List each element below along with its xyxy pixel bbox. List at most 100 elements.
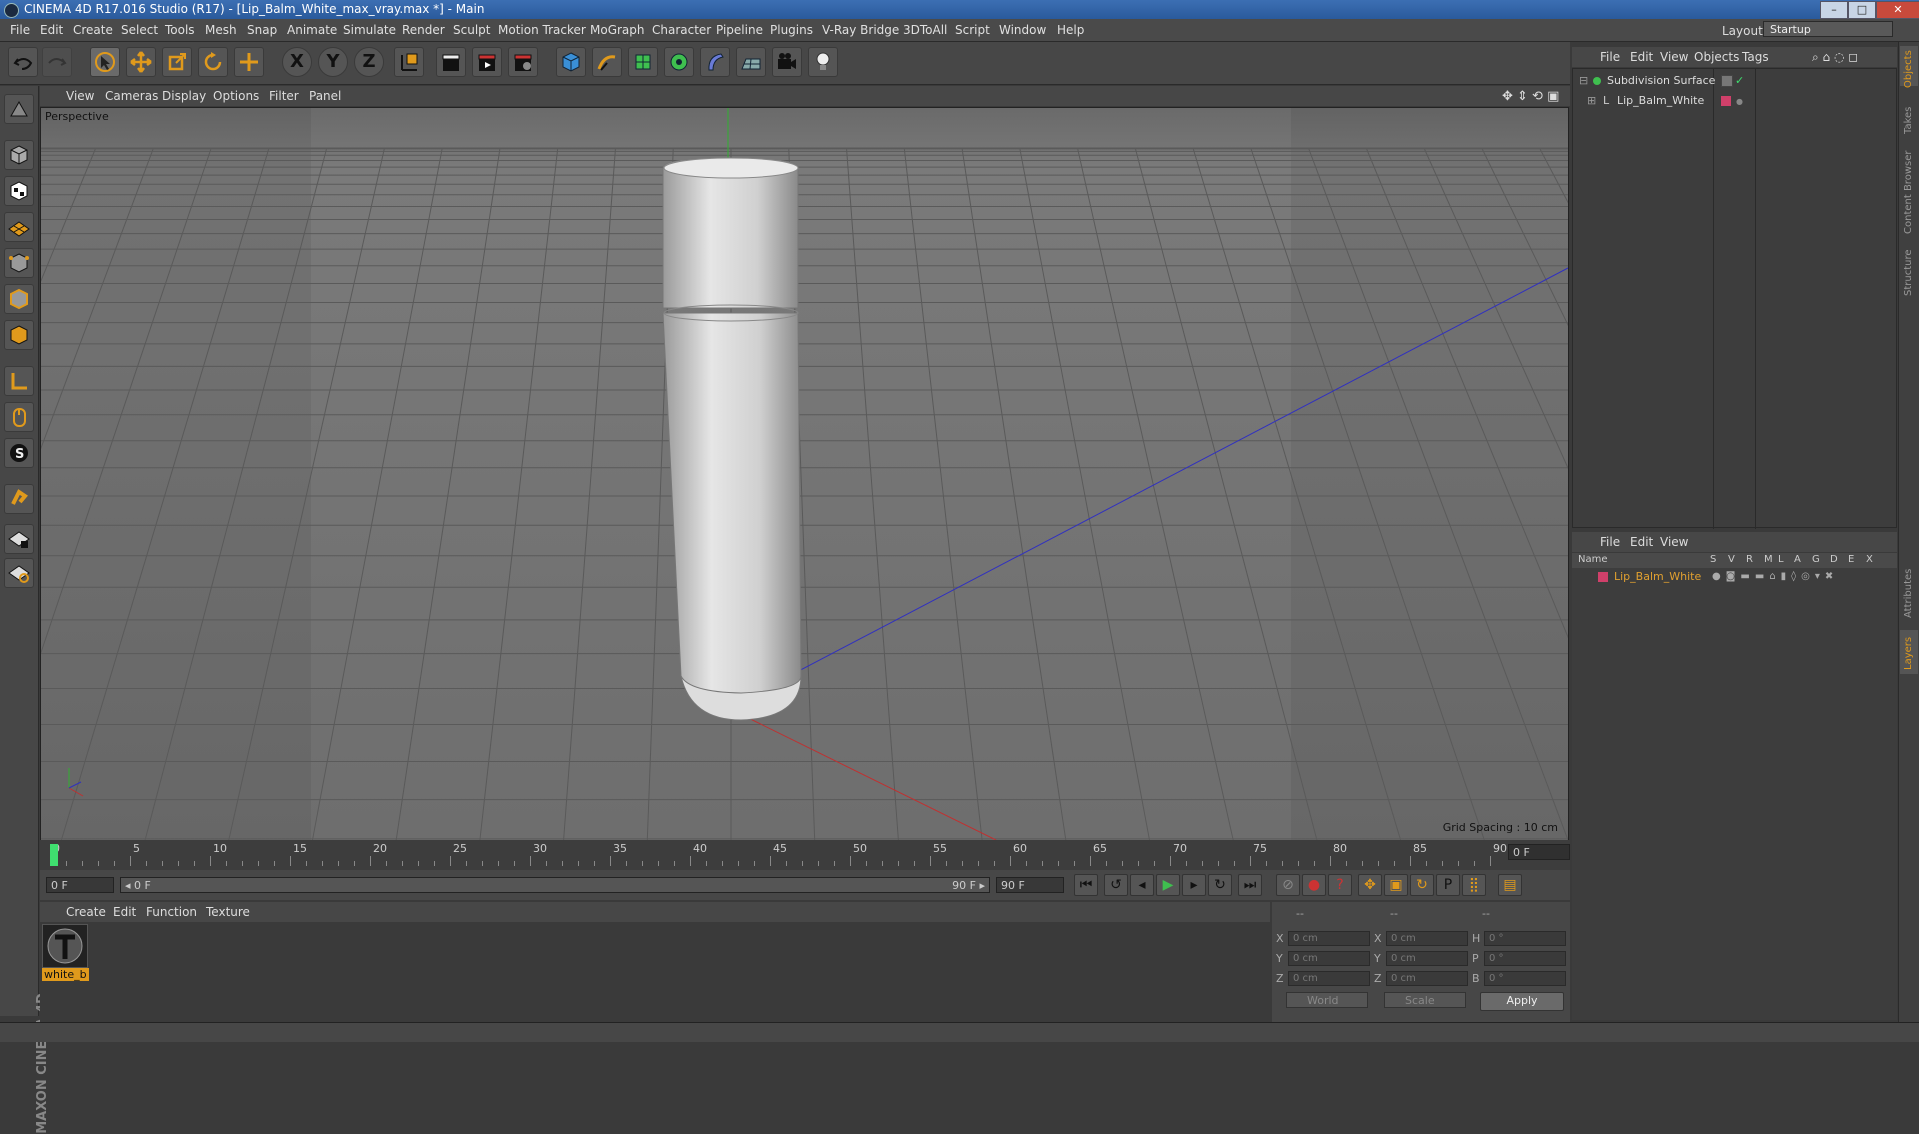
record-active-objects-button[interactable]: ● [1302, 874, 1326, 896]
frame-range-slider[interactable]: ◂ 0 F 90 F ▸ [120, 877, 990, 893]
col-view[interactable]: V [1728, 554, 1735, 565]
menu-render[interactable]: Render [402, 23, 445, 37]
object-row-lip-balm-white[interactable]: ⊞ Ⅼ Lip_Balm_White ● [1573, 92, 1898, 110]
perspective-viewport[interactable]: Perspective Grid Spacing : 10 cm [40, 107, 1569, 841]
rot-b-field[interactable]: 0 ° [1484, 971, 1566, 986]
layer-row-lip-balm-white[interactable]: Lip_Balm_White ●◙▬▬⌂▮◊◎▾✖ [1572, 568, 1897, 586]
start-frame-field[interactable]: 0 F [46, 877, 114, 893]
lock-workplane-button[interactable] [4, 524, 34, 554]
menu-create[interactable]: Create [73, 23, 113, 37]
lip-balm-model[interactable] [662, 157, 802, 721]
axis-mode-button[interactable] [4, 366, 34, 396]
coordinate-system-button[interactable] [394, 47, 424, 77]
size-y-field[interactable]: 0 cm [1386, 951, 1468, 966]
pos-x-field[interactable]: 0 cm [1288, 931, 1370, 946]
col-expressions[interactable]: E [1848, 554, 1854, 565]
size-x-field[interactable]: 0 cm [1386, 931, 1468, 946]
viewport-scene[interactable] [41, 108, 1568, 840]
scale-button[interactable] [162, 47, 192, 77]
viewport-menu-view[interactable]: View [66, 89, 94, 103]
material-menu-function[interactable]: Function [146, 905, 197, 919]
menu-tools[interactable]: Tools [165, 23, 195, 37]
col-name[interactable]: Name [1578, 554, 1608, 565]
viewport-menu-panel[interactable]: Panel [309, 89, 341, 103]
render-settings-button[interactable] [508, 47, 538, 77]
move-button[interactable] [126, 47, 156, 77]
model-mode-button[interactable] [4, 140, 34, 170]
previous-frame-button[interactable]: ◂ [1130, 874, 1154, 896]
viewport-navigation-icons[interactable]: ✥ ⇕ ⟲ ▣ [1502, 89, 1559, 104]
material-menu-create[interactable]: Create [66, 905, 106, 919]
tab-attributes[interactable]: Attributes [1900, 562, 1918, 622]
object-search-icon[interactable]: ⌕ ⌂ ◌ ◻ [1812, 50, 1858, 65]
tab-takes[interactable]: Takes [1900, 100, 1918, 140]
material-thumbnail[interactable] [42, 924, 88, 968]
timeline-ruler[interactable]: 051015202530354045505560657075808590 [50, 842, 1507, 868]
key-position-button[interactable]: ✥ [1358, 874, 1382, 896]
object-row-subdivision-surface[interactable]: ⊟ Subdivision Surface ✓ [1573, 72, 1898, 90]
y-axis-lock-button[interactable]: Y [318, 47, 348, 77]
menu-help[interactable]: Help [1057, 23, 1084, 37]
tab-layers[interactable]: Layers [1900, 630, 1918, 674]
menu-character[interactable]: Character [652, 23, 711, 37]
playhead[interactable] [50, 844, 58, 866]
viewport-menu-filter[interactable]: Filter [269, 89, 299, 103]
transform-mode-dropdown[interactable]: Scale [1384, 992, 1466, 1008]
make-editable-button[interactable] [4, 94, 34, 124]
maximize-button[interactable]: □ [1848, 1, 1876, 19]
layout-dropdown[interactable]: Startup [1763, 21, 1893, 37]
layer-menu-view[interactable]: View [1660, 535, 1688, 549]
menu-simulate[interactable]: Simulate [343, 23, 396, 37]
rot-h-field[interactable]: 0 ° [1484, 931, 1566, 946]
expand-icon[interactable]: ⊞ [1587, 92, 1596, 110]
col-deformers[interactable]: D [1830, 554, 1838, 565]
autokeying-button[interactable]: ? [1328, 874, 1352, 896]
planar-workplane-button[interactable] [4, 558, 34, 588]
workplane-mode-button[interactable] [4, 212, 34, 242]
visibility-dots-icon[interactable]: ● [1736, 93, 1743, 111]
col-solo[interactable]: S [1710, 554, 1716, 565]
play-button[interactable]: ▶ [1156, 874, 1180, 896]
snap-button[interactable]: S [4, 438, 34, 468]
z-axis-lock-button[interactable]: Z [354, 47, 384, 77]
floor-button[interactable] [736, 47, 766, 77]
undo-button[interactable] [8, 47, 38, 77]
layer-menu-file[interactable]: File [1600, 535, 1620, 549]
object-menu-view[interactable]: View [1660, 50, 1688, 64]
subdivision-surface-button[interactable] [628, 47, 658, 77]
recent-tools-button[interactable] [234, 47, 264, 77]
layer-toggle-icons[interactable]: ●◙▬▬⌂▮◊◎▾✖ [1712, 568, 1838, 586]
end-frame-field[interactable]: 90 F [996, 877, 1064, 893]
tab-objects[interactable]: Objects [1900, 46, 1918, 88]
menu-edit[interactable]: Edit [40, 23, 63, 37]
menu-snap[interactable]: Snap [247, 23, 277, 37]
menu-script[interactable]: Script [955, 23, 990, 37]
object-menu-tags[interactable]: Tags [1742, 50, 1769, 64]
menu-window[interactable]: Window [999, 23, 1046, 37]
object-menu-file[interactable]: File [1600, 50, 1620, 64]
menu-select[interactable]: Select [121, 23, 158, 37]
render-picture-viewer-button[interactable] [472, 47, 502, 77]
coordinate-mode-dropdown[interactable]: World [1286, 992, 1368, 1008]
col-manager[interactable]: M [1764, 554, 1773, 565]
layer-color-icon[interactable] [1721, 96, 1731, 106]
motion-record-button[interactable]: ⊘ [1276, 874, 1300, 896]
viewport-menu-display[interactable]: Display [162, 89, 206, 103]
material-name-label[interactable]: white_b [42, 968, 89, 981]
key-scale-button[interactable]: ▣ [1384, 874, 1408, 896]
collapse-icon[interactable]: ⊟ [1579, 72, 1588, 90]
current-frame-field[interactable]: 0 F [1508, 844, 1570, 860]
tab-content-browser[interactable]: Content Browser [1900, 146, 1918, 236]
object-menu-edit[interactable]: Edit [1630, 50, 1653, 64]
pos-y-field[interactable]: 0 cm [1288, 951, 1370, 966]
material-menu-texture[interactable]: Texture [206, 905, 250, 919]
magnet-button[interactable] [4, 484, 34, 514]
next-frame-button[interactable]: ▸ [1182, 874, 1206, 896]
rotate-button[interactable] [198, 47, 228, 77]
redo-button[interactable] [42, 47, 72, 77]
viewport-menu-options[interactable]: Options [213, 89, 259, 103]
enabled-check-icon[interactable]: ✓ [1735, 72, 1744, 90]
previous-key-button[interactable]: ↺ [1104, 874, 1128, 896]
tweak-mode-button[interactable] [4, 402, 34, 432]
menu-mesh[interactable]: Mesh [205, 23, 237, 37]
